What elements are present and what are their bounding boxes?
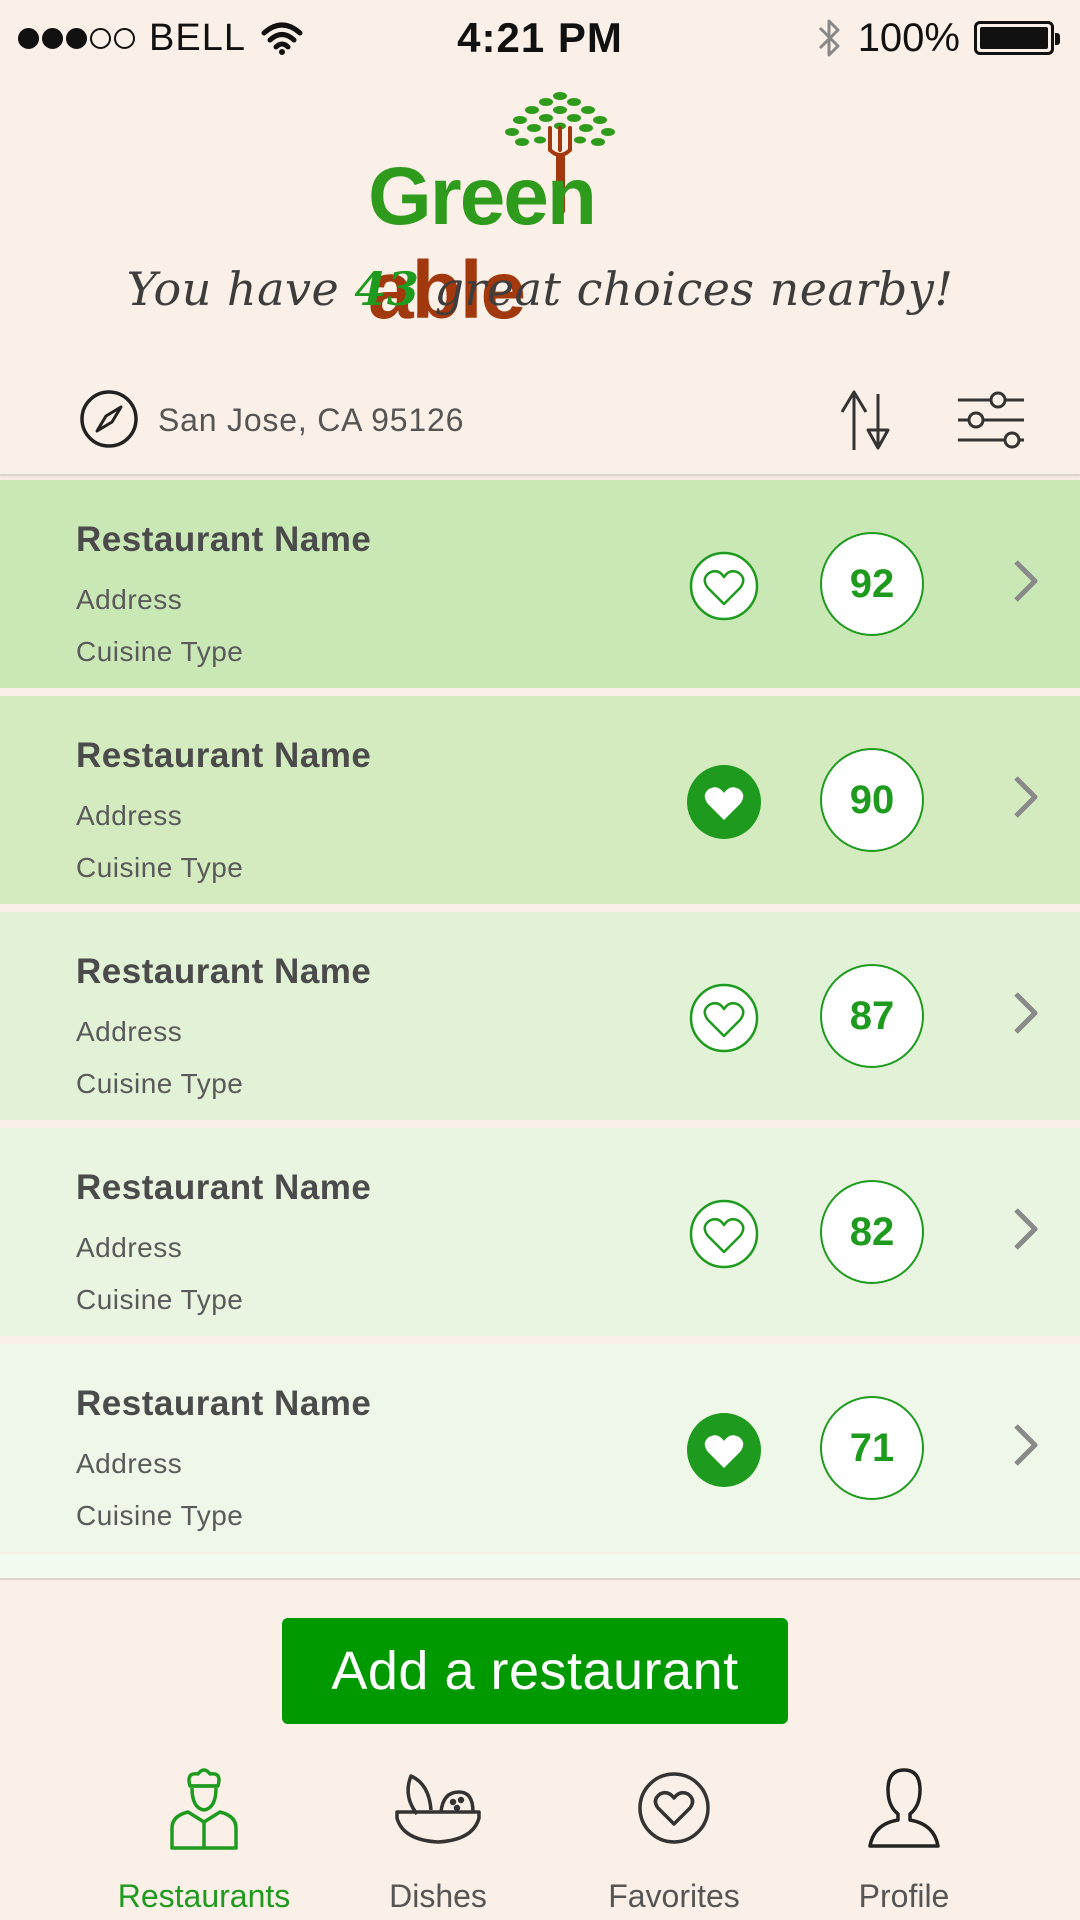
chevron-right-icon[interactable] bbox=[1010, 558, 1040, 604]
restaurant-name: Restaurant Name bbox=[76, 520, 372, 559]
restaurant-cuisine: Cuisine Type bbox=[76, 636, 244, 667]
chef-icon bbox=[170, 1768, 238, 1850]
restaurant-name: Restaurant Name bbox=[76, 736, 372, 775]
nearby-count-tagline: You have 43 great choices nearby! bbox=[0, 262, 1080, 316]
carrier-name: BELL bbox=[149, 16, 246, 59]
tab-label: Favorites bbox=[608, 1878, 740, 1914]
bluetooth-icon bbox=[818, 19, 840, 57]
chevron-right-icon[interactable] bbox=[1010, 990, 1040, 1036]
current-location[interactable]: San Jose, CA 95126 bbox=[158, 402, 464, 439]
restaurant-list[interactable]: Restaurant Name Address Cuisine Type 92 … bbox=[0, 480, 1080, 1578]
restaurant-score: 82 bbox=[820, 1180, 924, 1284]
chevron-right-icon[interactable] bbox=[1010, 774, 1040, 820]
status-left: BELL bbox=[18, 17, 304, 60]
wifi-icon bbox=[261, 22, 303, 55]
restaurant-row[interactable]: Restaurant Name Address Cuisine Type 92 bbox=[0, 480, 1080, 688]
favorite-heart-icon[interactable] bbox=[686, 1412, 762, 1488]
tab-label: Profile bbox=[858, 1878, 950, 1914]
tab-label: Dishes bbox=[389, 1878, 487, 1914]
bottom-area: Add a restaurant Restaurants Dishes Favo… bbox=[0, 1578, 1080, 1920]
logo-word-green: Green bbox=[368, 151, 597, 242]
restaurant-score: 71 bbox=[820, 1396, 924, 1500]
restaurant-cuisine: Cuisine Type bbox=[76, 1284, 244, 1315]
status-bar: BELL 4:21 PM 100% bbox=[0, 0, 1080, 76]
tagline-prefix: You have bbox=[126, 262, 355, 316]
tab-label: Restaurants bbox=[117, 1878, 291, 1914]
location-bar: San Jose, CA 95126 bbox=[0, 370, 1080, 476]
restaurant-name: Restaurant Name bbox=[76, 1168, 372, 1207]
tab-dishes[interactable]: Dishes bbox=[318, 1766, 558, 1920]
sort-icon[interactable] bbox=[836, 386, 898, 456]
battery-icon bbox=[974, 21, 1060, 55]
restaurant-name: Restaurant Name bbox=[76, 1384, 372, 1423]
restaurant-name: Restaurant Name bbox=[76, 952, 372, 991]
tab-restaurants[interactable]: Restaurants bbox=[84, 1766, 324, 1920]
favorite-heart-icon[interactable] bbox=[686, 764, 762, 840]
restaurant-score: 92 bbox=[820, 532, 924, 636]
person-icon bbox=[868, 1768, 940, 1848]
tab-profile[interactable]: Profile bbox=[784, 1766, 1024, 1920]
tagline-suffix: great choices nearby! bbox=[419, 262, 954, 316]
restaurant-address: Address bbox=[76, 584, 183, 615]
restaurant-cuisine: Cuisine Type bbox=[76, 852, 244, 883]
partial-list-row bbox=[0, 1554, 1080, 1578]
restaurant-address: Address bbox=[76, 1448, 183, 1479]
chevron-right-icon[interactable] bbox=[1010, 1206, 1040, 1252]
battery-percentage: 100% bbox=[857, 15, 960, 60]
favorite-heart-icon[interactable] bbox=[686, 980, 762, 1056]
restaurant-row[interactable]: Restaurant Name Address Cuisine Type 90 bbox=[0, 696, 1080, 904]
signal-strength-icon bbox=[18, 27, 135, 49]
chevron-right-icon[interactable] bbox=[1010, 1422, 1040, 1468]
status-right: 100% bbox=[816, 14, 1060, 62]
bowl-icon bbox=[395, 1774, 481, 1844]
heart-circle-icon bbox=[638, 1772, 710, 1844]
greentable-logo: Greenable bbox=[340, 88, 740, 336]
restaurant-row[interactable]: Restaurant Name Address Cuisine Type 82 bbox=[0, 1128, 1080, 1336]
restaurant-cuisine: Cuisine Type bbox=[76, 1500, 244, 1531]
favorite-heart-icon[interactable] bbox=[686, 548, 762, 624]
restaurant-row[interactable]: Restaurant Name Address Cuisine Type 87 bbox=[0, 912, 1080, 1120]
restaurant-address: Address bbox=[76, 1016, 183, 1047]
filter-settings-icon[interactable] bbox=[956, 390, 1026, 452]
compass-icon[interactable] bbox=[78, 388, 140, 450]
tab-favorites[interactable]: Favorites bbox=[554, 1766, 794, 1920]
restaurant-row[interactable]: Restaurant Name Address Cuisine Type 71 bbox=[0, 1344, 1080, 1552]
tab-bar: Restaurants Dishes Favorites Profile bbox=[0, 1766, 1080, 1920]
restaurant-address: Address bbox=[76, 800, 183, 831]
favorite-heart-icon[interactable] bbox=[686, 1196, 762, 1272]
restaurant-address: Address bbox=[76, 1232, 183, 1263]
add-restaurant-button[interactable]: Add a restaurant bbox=[282, 1618, 788, 1724]
restaurant-score: 90 bbox=[820, 748, 924, 852]
restaurant-cuisine: Cuisine Type bbox=[76, 1068, 244, 1099]
restaurant-score: 87 bbox=[820, 964, 924, 1068]
tagline-count: 43 bbox=[354, 262, 420, 316]
